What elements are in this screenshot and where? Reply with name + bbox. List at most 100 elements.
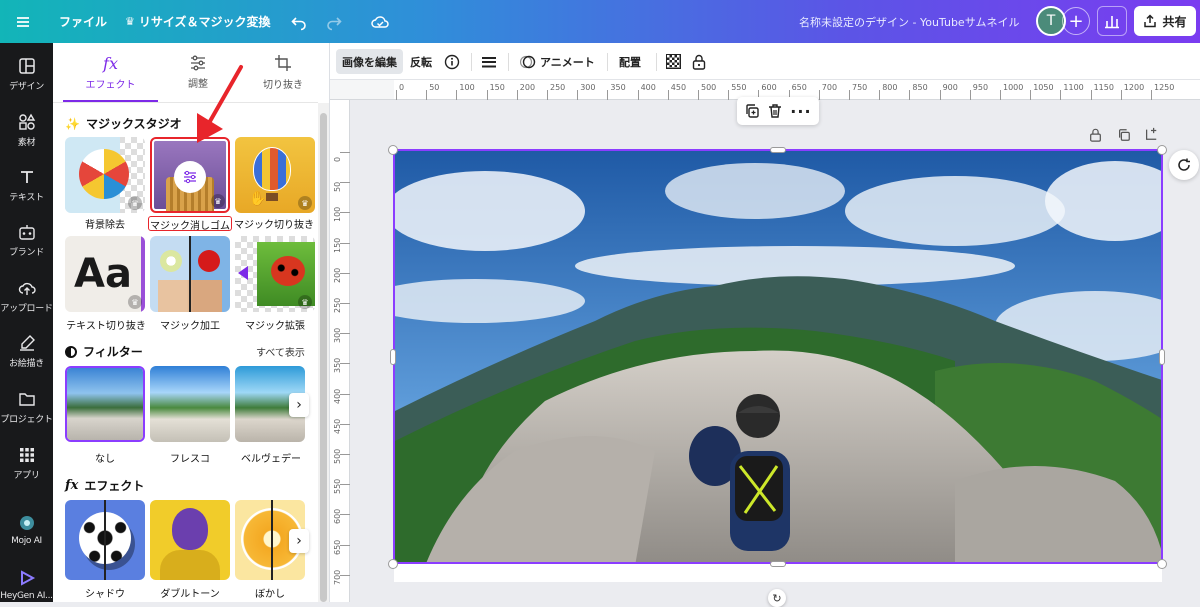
- effect-shadow[interactable]: [65, 500, 145, 580]
- tab-crop[interactable]: 切り抜き: [243, 43, 323, 101]
- share-upload-icon: [1144, 14, 1157, 28]
- position-button[interactable]: 配置: [619, 49, 641, 74]
- see-all-link[interactable]: すべて表示: [256, 344, 305, 359]
- redo-button[interactable]: [325, 0, 343, 43]
- rail-item-design[interactable]: デザイン: [0, 57, 53, 92]
- ruler-label: 800: [882, 83, 898, 92]
- resize-handle-tr[interactable]: [1157, 145, 1167, 155]
- effects-next-button[interactable]: ›: [289, 529, 309, 553]
- rail-item-elements[interactable]: 素材: [0, 113, 53, 148]
- tab-effects[interactable]: fx エフェクト: [63, 43, 158, 101]
- adjust-circle-icon: [174, 161, 206, 193]
- toolbar-divider: [656, 53, 657, 71]
- share-button[interactable]: 共有: [1134, 6, 1196, 36]
- vertical-ruler: 0 50 100 150 200 250 300 350 400 450 500 550 600 650 7…: [330, 100, 350, 602]
- magic-label: マジック加工: [160, 321, 220, 332]
- lock-button[interactable]: [692, 49, 706, 74]
- resize-handle-bottom[interactable]: [770, 561, 786, 567]
- lines-icon: [482, 56, 496, 67]
- toolbar-divider: [471, 53, 472, 71]
- trash-icon[interactable]: [767, 103, 783, 119]
- ruler-label: 0: [399, 83, 405, 92]
- rail-item-upload[interactable]: アップロード: [0, 279, 53, 314]
- ruler-tick: [1000, 90, 1001, 100]
- add-page-icon[interactable]: [1144, 127, 1158, 141]
- cloud-save-status[interactable]: [370, 0, 390, 43]
- undo-button[interactable]: [290, 0, 308, 43]
- rail-label: アップロード: [0, 304, 53, 314]
- rail-item-draw[interactable]: お絵描き: [0, 334, 53, 369]
- ruler-corner: [330, 80, 394, 100]
- plus-icon: +: [1068, 10, 1084, 32]
- resize-magic-button[interactable]: ♛ リサイズ＆マジック変換: [125, 0, 271, 43]
- rail-item-text[interactable]: テキスト: [0, 168, 53, 203]
- magic-item-text-cut[interactable]: Aa ♛: [65, 236, 145, 312]
- ruler-tick: [607, 90, 609, 100]
- resize-handle-top[interactable]: [770, 147, 786, 153]
- split-line: [104, 500, 106, 580]
- beach-ball: [79, 149, 129, 199]
- ruler-label: 600: [761, 83, 777, 92]
- magic-item-bg-remove[interactable]: ♛: [65, 137, 145, 213]
- filter-none[interactable]: [65, 366, 145, 442]
- ruler-label: 400: [333, 388, 342, 404]
- assistant-button[interactable]: [1169, 150, 1199, 180]
- more-options-icon[interactable]: ···: [790, 102, 811, 121]
- animate-button[interactable]: アニメート: [520, 49, 595, 74]
- layout-icon: [18, 58, 35, 74]
- ruler-label: 200: [519, 83, 536, 92]
- animate-icon: [520, 55, 536, 68]
- magic-item-expand[interactable]: ♛: [235, 236, 315, 312]
- menu-button[interactable]: [14, 0, 32, 43]
- rail-item-mojo-ai[interactable]: Mojo AI: [0, 514, 53, 546]
- duplicate-icon[interactable]: [744, 103, 760, 119]
- ruler-label: 50: [333, 182, 342, 193]
- panel-scrollbar-thumb[interactable]: [320, 113, 327, 602]
- rail-item-brand[interactable]: ブランド: [0, 223, 53, 258]
- rail-label: テキスト: [9, 193, 44, 203]
- rail-item-heygen[interactable]: HeyGen AI...: [0, 569, 53, 601]
- filters-next-button[interactable]: ›: [289, 393, 309, 417]
- edit-image-button[interactable]: 画像を編集: [336, 49, 403, 74]
- insights-button[interactable]: [1097, 6, 1127, 36]
- portrait-image: [172, 508, 208, 550]
- effect-label: シャドウ: [85, 589, 125, 600]
- flip-button[interactable]: 反転: [410, 49, 432, 74]
- doc-title[interactable]: 名称未設定のデザイン - YouTubeサムネイル: [799, 0, 1019, 43]
- rail-item-projects[interactable]: プロジェクト: [0, 390, 53, 425]
- line-weight-button[interactable]: [481, 49, 497, 74]
- checker-icon: [666, 54, 681, 69]
- balloon-basket: [266, 193, 278, 201]
- magic-item-edit[interactable]: [150, 236, 230, 312]
- ruler-label: 1000: [1003, 83, 1024, 92]
- filter-fresco[interactable]: [150, 366, 230, 442]
- ruler-label: 400: [640, 83, 656, 92]
- filter-preview-image: [150, 366, 230, 442]
- ruler-label: 350: [610, 83, 626, 92]
- file-menu[interactable]: ファイル: [59, 0, 107, 43]
- resize-handle-br[interactable]: [1157, 559, 1167, 569]
- page-duplicate-icon[interactable]: [1117, 128, 1131, 142]
- resize-handle-tl[interactable]: [388, 145, 398, 155]
- effect-duotone[interactable]: [150, 500, 230, 580]
- resize-handle-left[interactable]: [390, 349, 396, 365]
- rail-label: 素材: [17, 138, 36, 148]
- resize-handle-bl[interactable]: [388, 559, 398, 569]
- rail-item-apps[interactable]: アプリ: [0, 446, 53, 481]
- ruler-label: 250: [550, 83, 566, 92]
- ruler-tick: [637, 90, 639, 100]
- filter-icon: [65, 345, 77, 358]
- resize-handle-right[interactable]: [1159, 349, 1165, 365]
- left-rail: デザイン 素材 テキスト ブランド アップロード お絵描き プロジェクト アプリ…: [0, 43, 53, 602]
- magic-studio-heading: ✨ マジックスタジオ: [65, 115, 182, 132]
- rotate-handle[interactable]: ↻: [768, 589, 786, 607]
- canvas-photo[interactable]: [393, 149, 1163, 564]
- pro-crown-icon: ♛: [211, 194, 225, 208]
- page-lock-icon[interactable]: [1089, 128, 1102, 142]
- filter-preview-image: [67, 368, 143, 440]
- pro-crown-icon: ♛: [128, 196, 142, 210]
- add-collaborator-button[interactable]: +: [1062, 7, 1090, 35]
- info-button[interactable]: [444, 49, 460, 74]
- transparency-button[interactable]: [666, 49, 681, 74]
- ruler-label: 350: [333, 358, 342, 374]
